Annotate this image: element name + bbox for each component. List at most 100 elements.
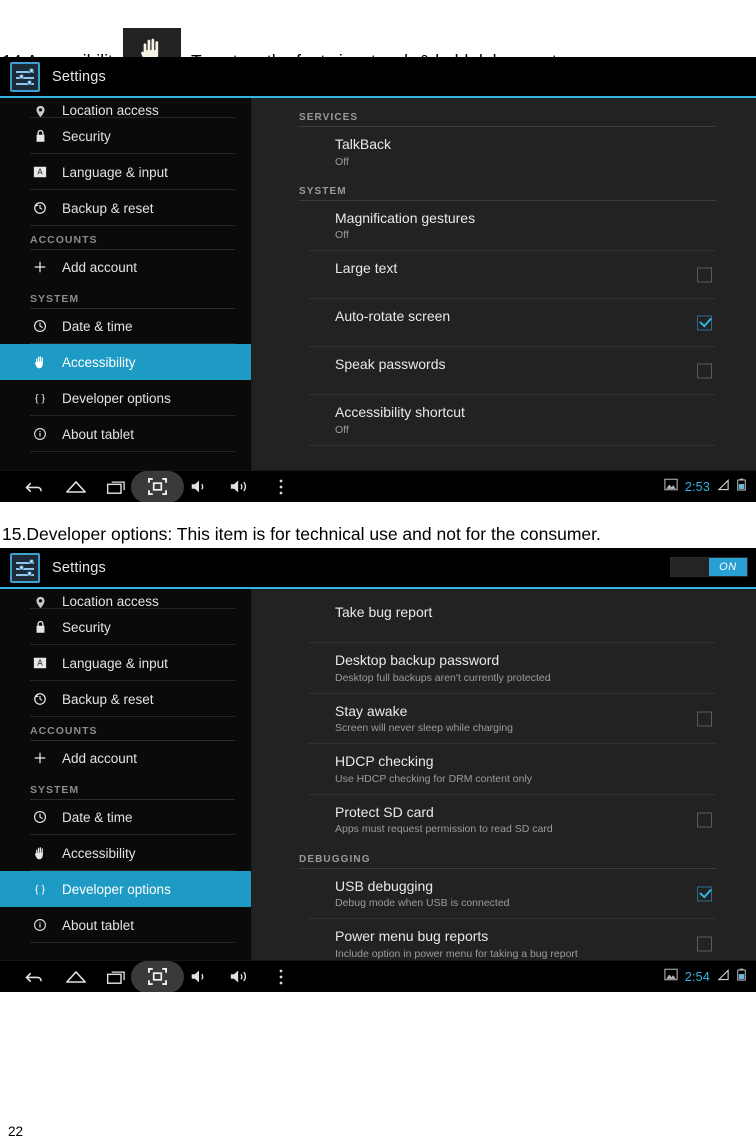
plus-icon [30,260,50,274]
android-navigation-bar-2[interactable]: 2:54 [0,960,756,992]
screenshot-icon[interactable] [131,960,184,992]
list-item-take-bug-report[interactable]: Take bug report [252,595,756,643]
checkbox-speak-passwords[interactable] [697,363,712,379]
checkbox-protect-sd-card[interactable] [697,812,712,828]
list-item-desktop-backup-password[interactable]: Desktop backup password Desktop full bac… [252,643,756,694]
settings-sidebar-2[interactable]: Location access Security A Language & in… [0,589,252,960]
sidebar-item-label: Backup & reset [62,200,154,216]
signal-icon [717,968,730,986]
accessibility-settings-list[interactable]: SERVICES TalkBack Off SYSTEM Magnificati… [252,98,756,470]
row-title: Auto-rotate screen [335,308,451,325]
svg-text:{ }: { } [35,393,45,405]
document-page: 14.Accessibility : To set up the font si… [0,0,756,1148]
content-section-debugging: DEBUGGING [252,846,756,869]
home-icon[interactable] [55,963,96,991]
android-navigation-bar-1[interactable]: 2:53 [0,470,756,502]
volume-down-icon[interactable] [178,473,219,501]
list-item-speak-passwords[interactable]: Speak passwords [252,347,756,396]
sidebar-item-label: About tablet [62,426,135,442]
sidebar-item-accessibility[interactable]: Accessibility [0,835,251,871]
sidebar-item-about-tablet[interactable]: About tablet [0,416,251,452]
row-subtitle: Apps must request permission to read SD … [335,823,553,836]
sidebar-item-label: About tablet [62,917,135,933]
language-icon: A [30,656,50,670]
sidebar-item-date-time[interactable]: Date & time [0,308,251,344]
overflow-menu-icon[interactable] [260,963,301,991]
list-item-protect-sd-card[interactable]: Protect SD card Apps must request permis… [252,795,756,846]
sidebar-item-label: Add account [62,259,138,275]
sidebar-item-language-input[interactable]: A Language & input [0,645,251,681]
list-item-hdcp-checking[interactable]: HDCP checking Use HDCP checking for DRM … [252,744,756,795]
sidebar-item-accessibility[interactable]: Accessibility [0,344,251,380]
screenshot-icon[interactable] [131,470,184,502]
sidebar-item-backup-reset[interactable]: Backup & reset [0,190,251,226]
checkbox-stay-awake[interactable] [697,711,712,727]
sidebar-item-date-time[interactable]: Date & time [0,799,251,835]
svg-text:A: A [37,659,43,668]
checkbox-power-menu-bug-reports[interactable] [697,936,712,952]
volume-down-icon[interactable] [178,963,219,991]
back-icon[interactable] [14,473,55,501]
caption-developer-options: 15.Developer options: This item is for t… [2,524,601,544]
sidebar-item-backup-reset[interactable]: Backup & reset [0,681,251,717]
sidebar-item-add-account[interactable]: Add account [0,740,251,776]
braces-icon: { } [30,882,50,896]
backup-reset-icon [30,201,50,215]
info-icon [30,427,50,441]
checkbox-auto-rotate-screen[interactable] [697,315,712,331]
row-subtitle: Debug mode when USB is connected [335,897,510,909]
clock-icon [30,810,50,824]
sidebar-item-label: Date & time [62,809,133,825]
settings-sliders-icon [10,552,40,583]
checkbox-usb-debugging[interactable] [697,886,712,902]
list-item-usb-debugging[interactable]: USB debugging Debug mode when USB is con… [252,869,756,920]
volume-up-icon[interactable] [219,963,260,991]
row-subtitle: Off [335,229,349,242]
sidebar-item-security[interactable]: Security [0,609,251,645]
list-item-auto-rotate-screen[interactable]: Auto-rotate screen [252,299,756,348]
sidebar-item-add-account[interactable]: Add account [0,249,251,285]
list-item-accessibility-shortcut[interactable]: Accessibility shortcut Off [252,395,756,446]
sidebar-item-label: Accessibility [62,845,136,861]
sidebar-item-location-access[interactable]: Location access [0,98,251,118]
sidebar-item-location-access[interactable]: Location access [0,589,251,609]
back-icon[interactable] [14,963,55,991]
toggle-on-label: ON [709,558,747,576]
sidebar-item-about-tablet[interactable]: About tablet [0,907,251,943]
sidebar-section-system: SYSTEM [0,776,251,800]
row-title: Power menu bug reports [335,928,489,945]
sidebar-item-security[interactable]: Security [0,118,251,154]
developer-options-list[interactable]: Take bug report Desktop backup password … [252,589,756,960]
sidebar-item-language-input[interactable]: A Language & input [0,154,251,190]
developer-options-toggle[interactable]: ON [670,557,748,577]
list-item-large-text[interactable]: Large text [252,251,756,300]
row-title: Stay awake [335,702,408,719]
overflow-menu-icon[interactable] [260,473,301,501]
checkbox-large-text[interactable] [697,267,712,283]
row-subtitle: Off [335,155,349,168]
hand-icon [30,355,50,370]
lock-icon [30,620,50,634]
home-icon[interactable] [55,473,96,501]
sidebar-section-accounts: ACCOUNTS [0,226,251,250]
sidebar-item-developer-options[interactable]: { } Developer options [0,380,251,416]
row-subtitle: Desktop full backups aren't currently pr… [335,671,551,684]
content-section-system: SYSTEM [252,178,756,201]
lock-icon [30,129,50,143]
sidebar-item-label: Date & time [62,318,133,334]
list-item-talkback[interactable]: TalkBack Off [252,127,756,178]
caption-text: 15.Developer options: This item is for t… [2,524,601,544]
page-number: 22 [8,1124,24,1139]
settings-sidebar-1[interactable]: Location access Security A Language & in… [0,98,252,470]
list-item-magnification-gestures[interactable]: Magnification gestures Off [252,201,756,252]
sidebar-item-label: Security [62,128,111,144]
sidebar-item-developer-options[interactable]: { } Developer options [0,871,251,907]
app-title: Settings [52,559,106,576]
list-item-stay-awake[interactable]: Stay awake Screen will never sleep while… [252,694,756,745]
list-item-power-menu-bug-reports[interactable]: Power menu bug reports Include option in… [252,919,756,960]
settings-action-bar: Settings [0,57,756,98]
row-subtitle: Off [335,423,349,436]
volume-up-icon[interactable] [219,473,260,501]
status-time: 2:53 [684,479,710,494]
status-time: 2:54 [684,969,710,984]
